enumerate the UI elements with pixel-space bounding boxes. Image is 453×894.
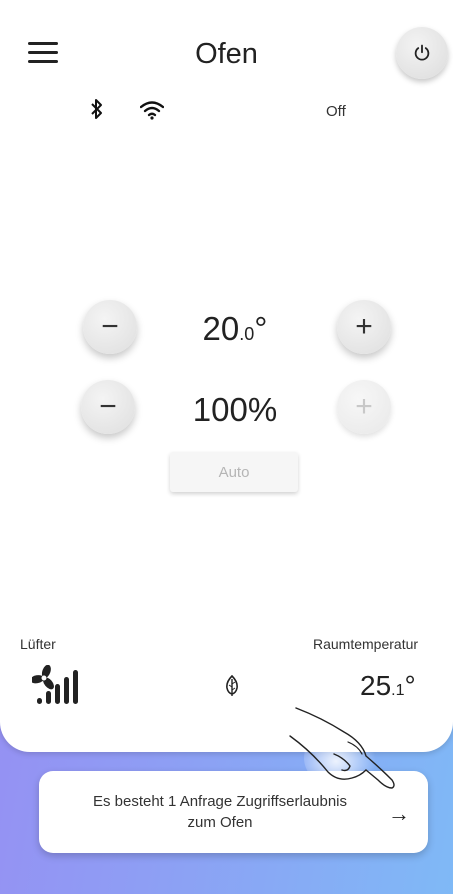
target-temperature-decimal: .0 xyxy=(239,324,255,344)
fan-level-bar xyxy=(73,670,78,704)
power-icon xyxy=(414,44,430,61)
fan-level-bar xyxy=(55,684,60,704)
power-button[interactable] xyxy=(396,27,448,79)
fan-power-decrease-button[interactable]: − xyxy=(81,380,135,434)
auto-button[interactable]: Auto xyxy=(170,452,298,492)
fan-label: Lüfter xyxy=(20,636,56,652)
fan-power-value: 100% xyxy=(192,391,278,428)
arrow-right-icon[interactable]: → xyxy=(388,803,410,825)
target-temperature-main: 20 xyxy=(202,310,240,347)
leaf-icon xyxy=(226,675,238,696)
fan-level-bar xyxy=(46,691,51,704)
hand-pointer-icon xyxy=(289,707,395,790)
target-temperature-unit: ° xyxy=(254,310,268,347)
fan-level-bar xyxy=(64,677,69,704)
temperature-decrease-button[interactable]: − xyxy=(83,300,137,354)
fan-power-increase-button[interactable]: + xyxy=(337,380,391,434)
device-status: Off xyxy=(326,103,346,120)
fan-icon xyxy=(32,665,78,704)
wifi-icon xyxy=(140,101,164,120)
fan-level-bar xyxy=(37,698,42,704)
page-title: Ofen xyxy=(195,38,258,70)
temperature-increase-button[interactable]: + xyxy=(337,300,391,354)
main-card: Ofen Off − 20.0° + − 100% + Auto Lüfter … xyxy=(0,0,453,752)
notice-text-line2: zum Ofen xyxy=(187,814,253,831)
target-temperature: 20.0° xyxy=(150,310,320,348)
room-temperature-label: Raumtemperatur xyxy=(313,636,419,652)
bluetooth-icon xyxy=(91,99,102,119)
